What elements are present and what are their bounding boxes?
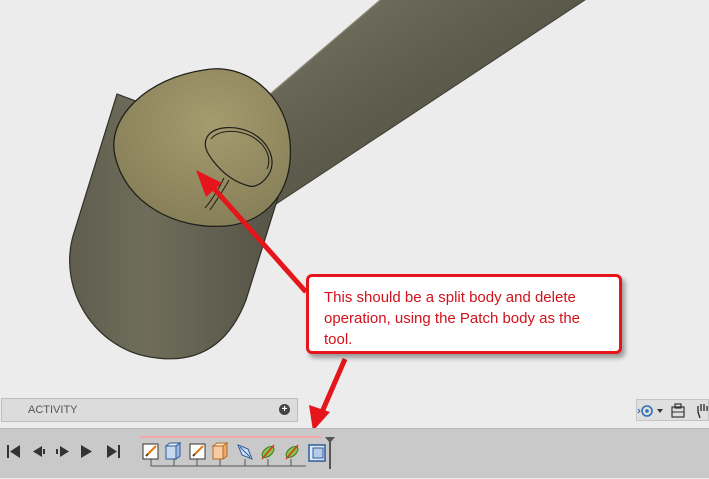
timeline-marker[interactable]: [325, 437, 335, 469]
pipe-body: [251, 0, 586, 221]
timeline-bar: [0, 428, 709, 478]
cylinder-body: [69, 68, 292, 360]
skip-to-start-icon[interactable]: [7, 445, 20, 458]
sweep-icon[interactable]: [284, 444, 300, 460]
annotation-callout: This should be a split body and delete o…: [306, 274, 622, 354]
skip-to-end-icon[interactable]: [107, 445, 120, 458]
step-forward-icon[interactable]: [81, 445, 92, 458]
navigation-toolbar: [636, 399, 709, 421]
3d-viewport[interactable]: This should be a split body and delete o…: [0, 0, 709, 428]
play-icon[interactable]: [56, 446, 69, 457]
sweep-icon[interactable]: [260, 444, 276, 460]
extrude-icon[interactable]: [164, 442, 182, 460]
callout-text: This should be a split body and delete o…: [324, 289, 581, 348]
activity-panel[interactable]: ACTIVITY +: [1, 398, 298, 422]
look-at-icon[interactable]: [671, 403, 685, 418]
activity-label: ACTIVITY: [28, 404, 78, 416]
split-body-icon[interactable]: [308, 444, 326, 462]
extrude-icon[interactable]: [211, 442, 229, 460]
sketch-icon[interactable]: [189, 443, 206, 460]
patch-surface-icon[interactable]: [237, 444, 253, 460]
model-canvas[interactable]: [0, 0, 709, 428]
plus-circle-icon[interactable]: +: [279, 404, 290, 415]
pan-hand-icon[interactable]: [697, 404, 708, 419]
orbit-icon[interactable]: [637, 405, 663, 417]
sketch-icon[interactable]: [142, 443, 159, 460]
step-back-icon[interactable]: [33, 446, 45, 457]
